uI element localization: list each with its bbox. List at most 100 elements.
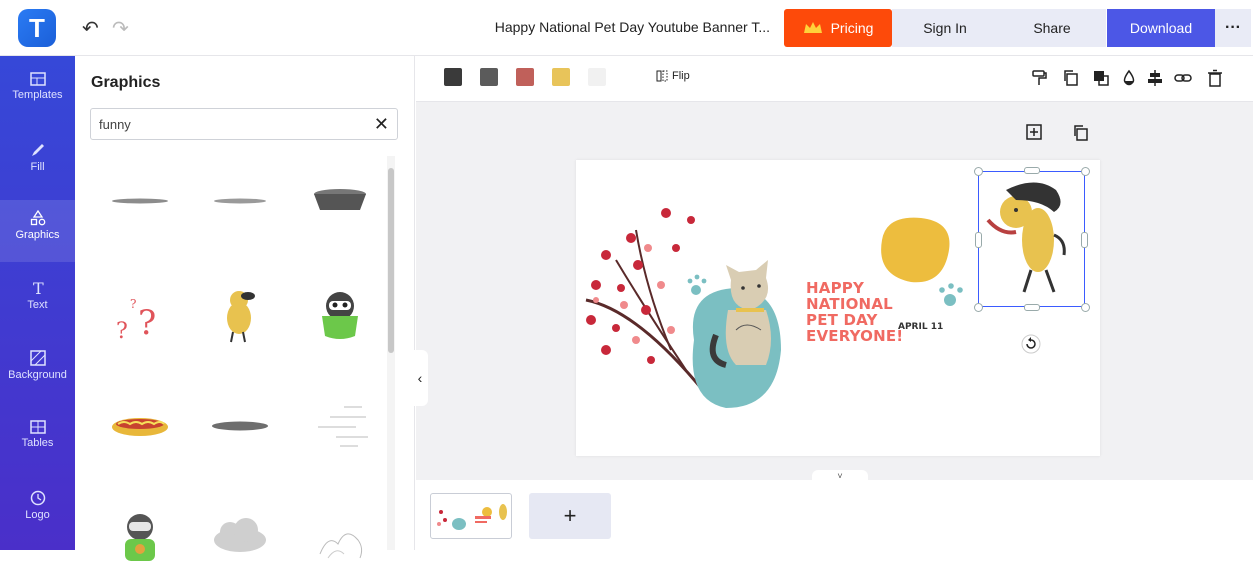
rail-item-text[interactable]: T Text — [0, 270, 75, 332]
pricing-button[interactable]: Pricing — [784, 9, 892, 47]
graphic-dog[interactable] — [195, 271, 285, 361]
sign-in-button[interactable]: Sign In — [892, 9, 998, 47]
banner-date[interactable]: APRIL 11 — [898, 322, 943, 332]
graphic-sketch-animals[interactable] — [295, 494, 385, 584]
flip-button[interactable]: Flip — [656, 70, 690, 82]
svg-text:?: ? — [130, 297, 136, 311]
page-thumbnail[interactable] — [430, 493, 512, 539]
trash-icon[interactable] — [1206, 69, 1224, 87]
graphics-panel: Graphics ✕ ? ? ? — [75, 56, 415, 561]
align-icon[interactable] — [1146, 69, 1164, 87]
svg-text:?: ? — [138, 303, 156, 343]
background-icon — [29, 350, 46, 366]
graphic-question-marks[interactable]: ? ? ? — [95, 271, 185, 361]
color-swatch[interactable] — [480, 68, 498, 86]
search-input[interactable] — [99, 114, 359, 134]
left-rail: Templates Fill Graphics T Text Backgroun… — [0, 56, 75, 550]
rail-item-background[interactable]: Background — [0, 340, 75, 402]
question-marks-graphic: ? ? ? — [116, 297, 156, 344]
graphic-hotdog[interactable] — [95, 381, 185, 471]
svg-text:T: T — [33, 280, 44, 296]
rail-label: Graphics — [15, 229, 60, 241]
resize-handle[interactable] — [1024, 167, 1040, 174]
selection-box[interactable] — [978, 171, 1085, 307]
headline-line: NATIONAL — [806, 295, 893, 313]
resize-handle[interactable] — [1081, 303, 1090, 312]
sketch-graphic — [319, 533, 363, 559]
rail-item-fill[interactable]: Fill — [0, 132, 75, 194]
copy-page-icon[interactable] — [1072, 124, 1090, 142]
color-swatch[interactable] — [516, 68, 534, 86]
resize-handle[interactable] — [974, 167, 983, 176]
opacity-drop-icon[interactable] — [1120, 69, 1138, 87]
undo-icon[interactable]: ↶ — [82, 16, 99, 41]
rail-label: Tables — [21, 437, 54, 449]
rail-item-tables[interactable]: Tables — [0, 410, 75, 472]
resize-handle[interactable] — [1081, 167, 1090, 176]
share-button[interactable]: Share — [998, 9, 1106, 47]
rotate-icon[interactable] — [1021, 334, 1041, 354]
graphic-gray-shadow[interactable] — [95, 156, 185, 246]
layer-order-icon[interactable] — [1092, 69, 1110, 87]
resize-handle[interactable] — [1024, 304, 1040, 311]
rail-item-graphics[interactable]: Graphics — [0, 200, 75, 262]
more-options-button[interactable]: ··· — [1215, 9, 1251, 47]
element-toolbar: Flip — [416, 56, 1253, 102]
color-swatch[interactable] — [552, 68, 570, 86]
resize-handle[interactable] — [975, 232, 982, 248]
pencil-icon — [31, 144, 44, 156]
robot-dog-graphic — [125, 514, 155, 561]
graphic-gray-shadow-2[interactable] — [195, 156, 285, 246]
top-bar: T ↶ ↷ Happy National Pet Day Youtube Ban… — [0, 0, 1253, 56]
table-icon — [29, 420, 46, 434]
graphic-pet-bowl[interactable] — [295, 156, 385, 246]
link-icon[interactable] — [1174, 69, 1192, 87]
text-icon: T — [33, 280, 44, 296]
redo-icon[interactable]: ↷ — [112, 16, 129, 41]
rail-item-templates[interactable]: Templates — [0, 62, 75, 124]
rail-item-logo[interactable]: Logo — [0, 480, 75, 542]
add-page-button[interactable]: + — [529, 493, 611, 539]
color-swatch[interactable] — [588, 68, 606, 86]
rail-label: Background — [8, 369, 67, 381]
shapes-icon — [30, 210, 45, 226]
svg-text:?: ? — [116, 319, 128, 344]
cloud-graphic — [214, 518, 266, 552]
app-logo[interactable]: T — [18, 9, 56, 47]
speed-lines-graphic — [318, 406, 368, 447]
graphic-cloud[interactable] — [195, 494, 285, 584]
panel-title: Graphics — [91, 74, 161, 91]
resize-handle[interactable] — [1081, 232, 1088, 248]
duplicate-icon[interactable] — [1062, 69, 1080, 87]
search-box: ✕ — [90, 108, 398, 140]
close-icon[interactable]: ✕ — [374, 114, 389, 134]
pricing-label: Pricing — [830, 20, 874, 36]
hotdog-graphic — [112, 418, 168, 436]
headline-line: HAPPY — [806, 279, 865, 297]
graphic-robot-pot[interactable] — [295, 271, 385, 361]
scrollbar-thumb[interactable] — [388, 168, 394, 353]
ellipse-shadow-graphic — [112, 198, 168, 204]
rail-label: Text — [27, 299, 48, 311]
graphic-dark-shadow[interactable] — [195, 381, 285, 471]
expand-pages-button[interactable]: ˅ — [812, 470, 868, 482]
bowl-graphic — [314, 189, 366, 210]
resize-handle[interactable] — [974, 303, 983, 312]
ellipse-shadow-graphic — [214, 198, 266, 204]
paint-roller-icon[interactable] — [1030, 69, 1048, 87]
color-swatch[interactable] — [444, 68, 462, 86]
rail-label: Templates — [12, 89, 63, 101]
collapse-panel-button[interactable]: ‹ — [412, 350, 428, 406]
headline-line: PET DAY — [806, 311, 878, 329]
download-button[interactable]: Download — [1107, 9, 1215, 47]
ellipse-shadow-graphic — [212, 421, 268, 431]
add-element-icon[interactable] — [1026, 124, 1044, 142]
banner-headline[interactable]: HAPPY NATIONAL PET DAY EVERYONE! — [806, 280, 903, 344]
graphic-speed-lines[interactable] — [295, 381, 385, 471]
page-thumbnail-preview — [437, 504, 507, 530]
templates-icon — [29, 72, 46, 86]
graphic-robot-dog[interactable] — [95, 494, 185, 584]
crown-icon — [803, 22, 822, 33]
document-title[interactable]: Happy National Pet Day Youtube Banner T.… — [440, 19, 770, 35]
dog-graphic — [227, 291, 255, 343]
